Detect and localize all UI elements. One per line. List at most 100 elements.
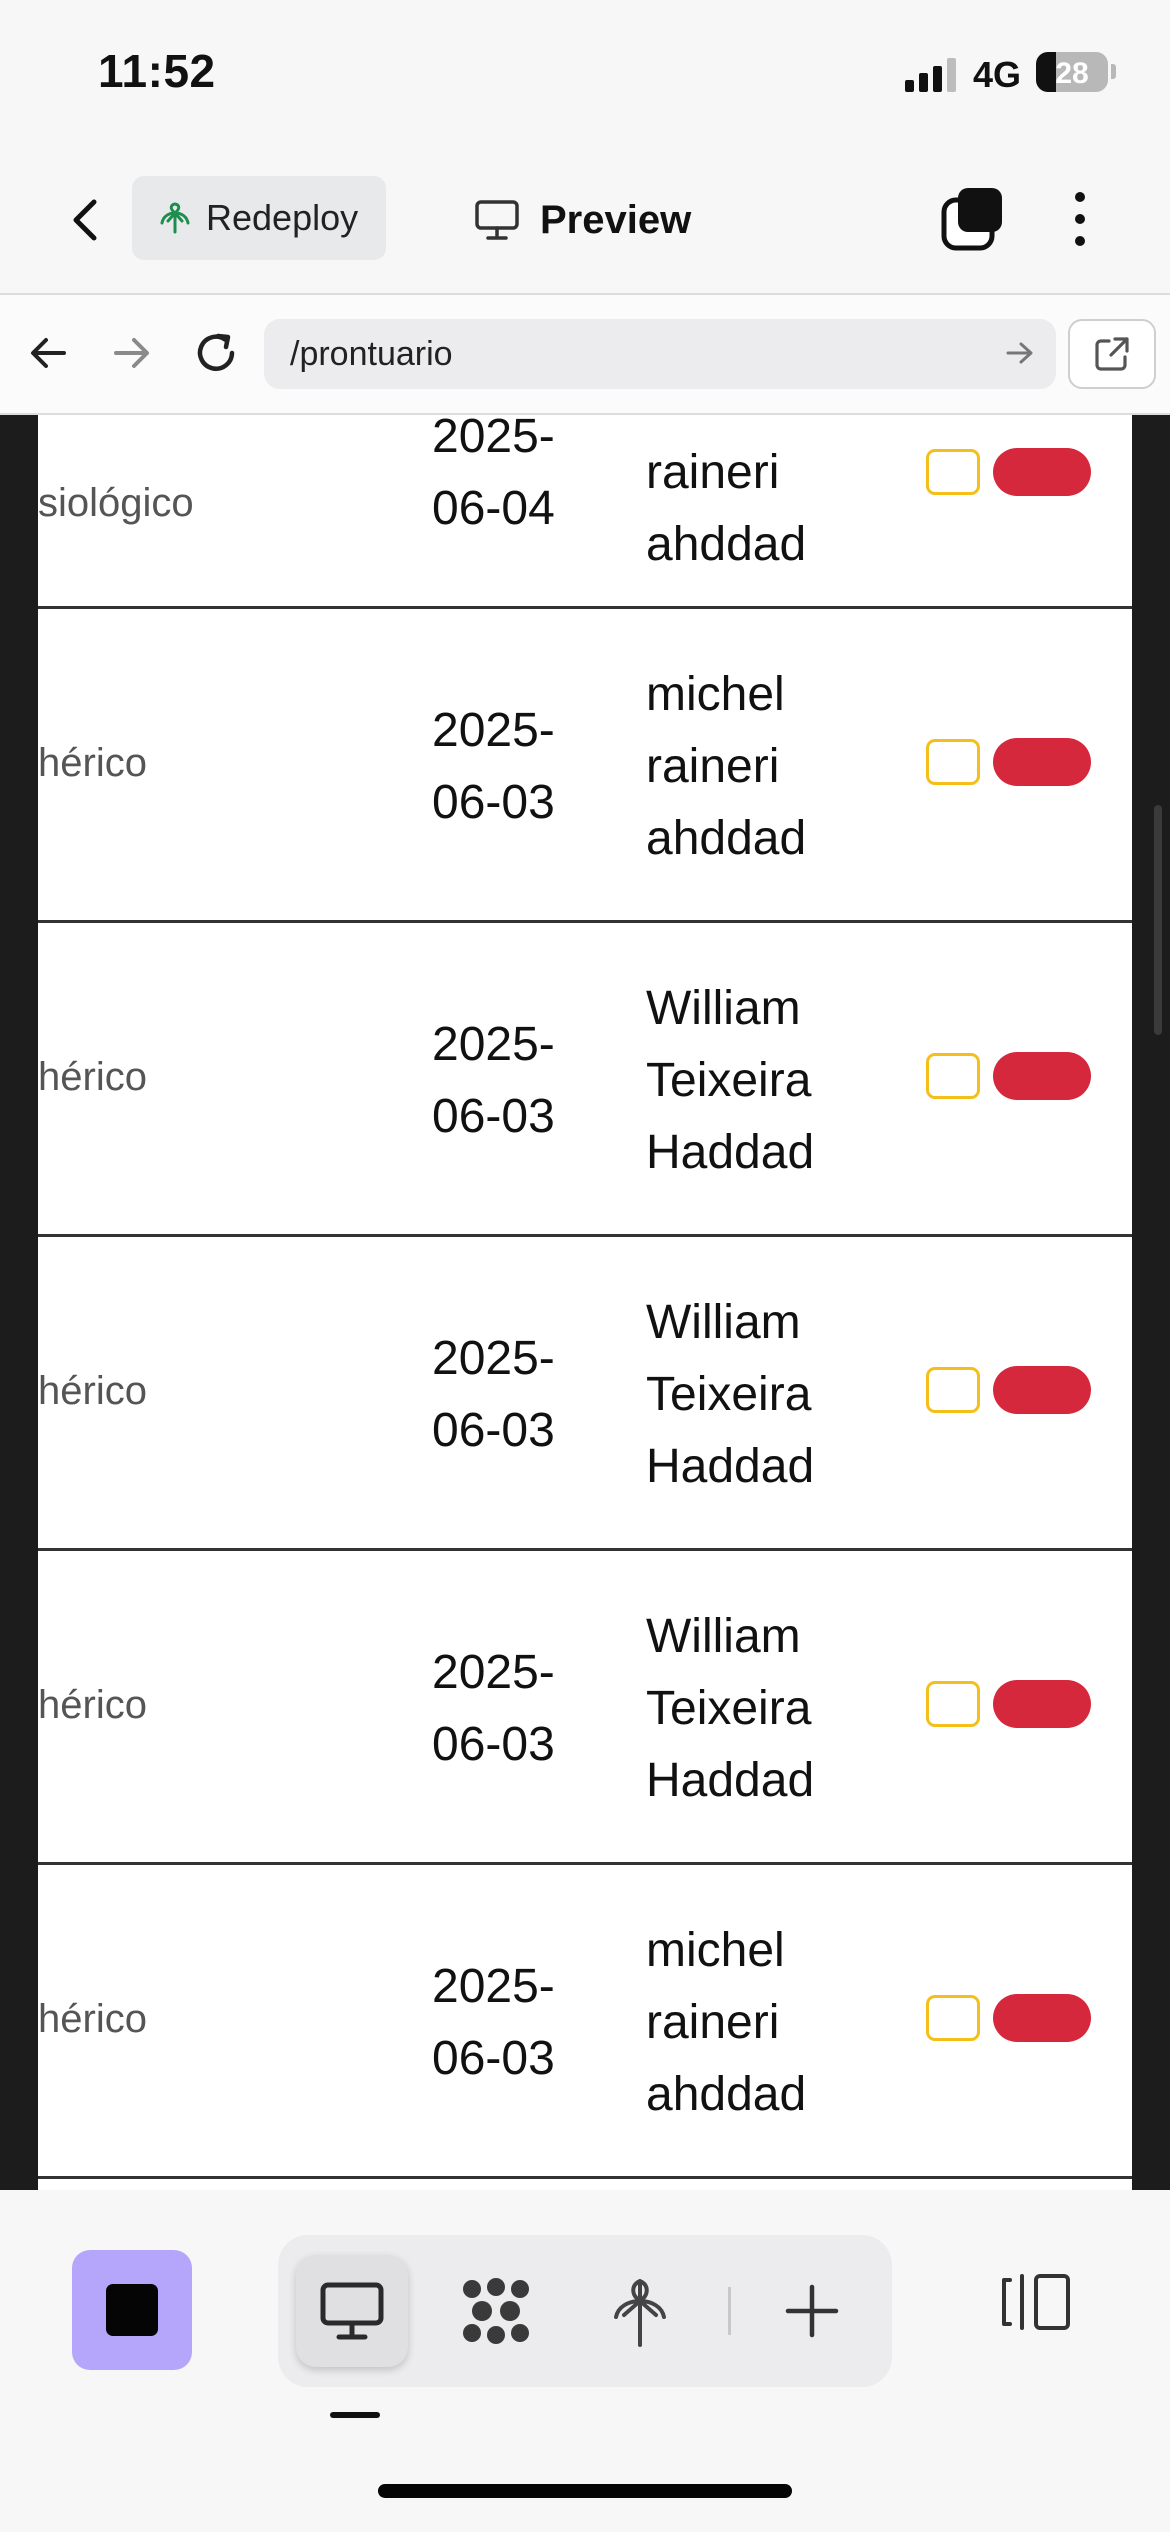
external-link-icon bbox=[1095, 337, 1129, 371]
more-options-button[interactable] bbox=[1056, 186, 1104, 252]
record-user-line: Teixeira bbox=[646, 1682, 812, 1735]
record-date: 2025- 06-03 bbox=[432, 695, 592, 839]
url-bar: /prontuario bbox=[0, 295, 1170, 415]
delete-button[interactable] bbox=[993, 738, 1091, 786]
edit-button[interactable] bbox=[926, 1681, 980, 1727]
network-type: 4G bbox=[973, 54, 1022, 95]
record-user-line: michel bbox=[646, 1924, 785, 1977]
monitor-icon bbox=[320, 2282, 384, 2340]
record-user-line: Haddad bbox=[646, 1126, 815, 1179]
delete-button[interactable] bbox=[993, 1680, 1091, 1728]
record-user-line: Teixeira bbox=[646, 1368, 812, 1421]
record-date: 2025- 06-03 bbox=[432, 1951, 592, 2095]
dots-cluster-icon bbox=[463, 2278, 529, 2344]
edit-button[interactable] bbox=[926, 1053, 980, 1099]
web-content[interactable]: siológico 2025- 06-04 raineri ahddad hér… bbox=[0, 415, 1170, 2190]
record-type: hérico bbox=[38, 741, 147, 785]
tabs-stack-icon bbox=[941, 188, 1002, 251]
plus-icon bbox=[785, 2284, 839, 2338]
edit-button[interactable] bbox=[926, 1367, 980, 1413]
record-type: hérico bbox=[38, 1997, 147, 2041]
record-date: 2025- 06-03 bbox=[432, 1323, 592, 1467]
edit-button[interactable] bbox=[926, 449, 980, 495]
records-table: siológico 2025- 06-04 raineri ahddad hér… bbox=[38, 415, 1132, 2190]
record-user-line: raineri bbox=[646, 740, 780, 793]
delete-button[interactable] bbox=[993, 1052, 1091, 1100]
record-user-line: William bbox=[646, 1296, 801, 1349]
workflows-tool-button[interactable] bbox=[440, 2255, 552, 2367]
arrow-right-icon bbox=[1006, 342, 1033, 364]
status-time: 11:52 bbox=[98, 45, 216, 97]
record-date-year: 2025- bbox=[432, 1960, 555, 2013]
record-date-day: 06-03 bbox=[432, 776, 555, 829]
record-type: hérico bbox=[38, 1055, 147, 1099]
preview-tool-button[interactable] bbox=[296, 2255, 408, 2367]
delete-button[interactable] bbox=[993, 448, 1091, 496]
browser-back-button[interactable] bbox=[18, 323, 78, 383]
add-tool-button[interactable] bbox=[756, 2255, 868, 2367]
deploy-tree-icon bbox=[614, 2279, 666, 2347]
active-tab-indicator bbox=[330, 2412, 380, 2418]
record-date-day: 06-04 bbox=[432, 482, 555, 535]
stop-icon bbox=[106, 2284, 158, 2336]
record-user-line: raineri bbox=[646, 446, 780, 499]
record-user-line: William bbox=[646, 982, 801, 1035]
record-date-year: 2025- bbox=[432, 1646, 555, 1699]
url-go-button[interactable] bbox=[998, 331, 1042, 375]
tabs-button[interactable] bbox=[940, 186, 1006, 252]
record-date-year: 2025- bbox=[432, 1018, 555, 1071]
tool-switcher bbox=[278, 2235, 892, 2387]
url-input[interactable]: /prontuario bbox=[264, 319, 1056, 389]
delete-button[interactable] bbox=[993, 1994, 1091, 2042]
preview-label: Preview bbox=[540, 197, 692, 242]
edit-button[interactable] bbox=[926, 739, 980, 785]
reload-button[interactable] bbox=[186, 323, 246, 383]
open-external-button[interactable] bbox=[1068, 319, 1156, 389]
record-user: michel raineri ahddad bbox=[646, 659, 866, 875]
record-user-line: Haddad bbox=[646, 1440, 815, 1493]
record-date-year: 2025- bbox=[432, 704, 555, 757]
home-indicator[interactable] bbox=[378, 2484, 792, 2498]
more-vertical-icon bbox=[1075, 192, 1085, 202]
battery-icon: 28 bbox=[1036, 52, 1108, 92]
bottom-toolbar bbox=[0, 2190, 1170, 2532]
arrow-left-icon bbox=[31, 338, 66, 368]
record-date-day: 06-03 bbox=[432, 1404, 555, 1457]
deploy-tree-icon bbox=[160, 202, 190, 234]
table-row: hérico 2025- 06-03 William Teixeira Hadd… bbox=[38, 1551, 1132, 1865]
back-button[interactable] bbox=[56, 190, 116, 250]
record-user-line: Haddad bbox=[646, 1754, 815, 1807]
split-panel-icon bbox=[1002, 2274, 1070, 2330]
record-date: 2025- 06-03 bbox=[432, 1009, 592, 1153]
status-bar: 11:52 4G 28 bbox=[0, 0, 1170, 150]
record-user: William Teixeira Haddad bbox=[646, 1287, 866, 1503]
record-date-day: 06-03 bbox=[432, 1718, 555, 1771]
reload-icon bbox=[197, 333, 235, 371]
record-user: raineri ahddad bbox=[646, 437, 866, 581]
redeploy-label: Redeploy bbox=[206, 197, 359, 238]
deploy-tool-button[interactable] bbox=[584, 2255, 696, 2367]
preview-tab[interactable]: Preview bbox=[474, 190, 691, 250]
record-user-line: ahddad bbox=[646, 518, 807, 571]
record-user-line: michel bbox=[646, 668, 785, 721]
battery-cap bbox=[1111, 64, 1116, 79]
scrollbar-thumb[interactable] bbox=[1154, 805, 1162, 1035]
record-user-line: William bbox=[646, 1610, 801, 1663]
table-row: hérico 2025- 06-03 William Teixeira Hadd… bbox=[38, 923, 1132, 1237]
record-date-day: 06-03 bbox=[432, 2032, 555, 2085]
split-panel-button[interactable] bbox=[994, 2260, 1078, 2344]
record-type: hérico bbox=[38, 1369, 147, 1413]
stop-button[interactable] bbox=[72, 2250, 192, 2370]
redeploy-button[interactable]: Redeploy bbox=[132, 176, 386, 260]
table-row: hérico 2025- 06-03 William Teixeira Hadd… bbox=[38, 1237, 1132, 1551]
record-user: William Teixeira Haddad bbox=[646, 1601, 866, 1817]
record-user: michel raineri ahddad bbox=[646, 1915, 866, 2131]
record-user-line: ahddad bbox=[646, 812, 807, 865]
record-date: 2025- 06-04 bbox=[432, 415, 592, 545]
browser-forward-button[interactable] bbox=[102, 323, 162, 383]
delete-button[interactable] bbox=[993, 1366, 1091, 1414]
toolbar-divider bbox=[728, 2287, 731, 2335]
edit-button[interactable] bbox=[926, 1995, 980, 2041]
app-header: Redeploy Preview bbox=[0, 150, 1170, 295]
record-type: siológico bbox=[38, 481, 194, 525]
